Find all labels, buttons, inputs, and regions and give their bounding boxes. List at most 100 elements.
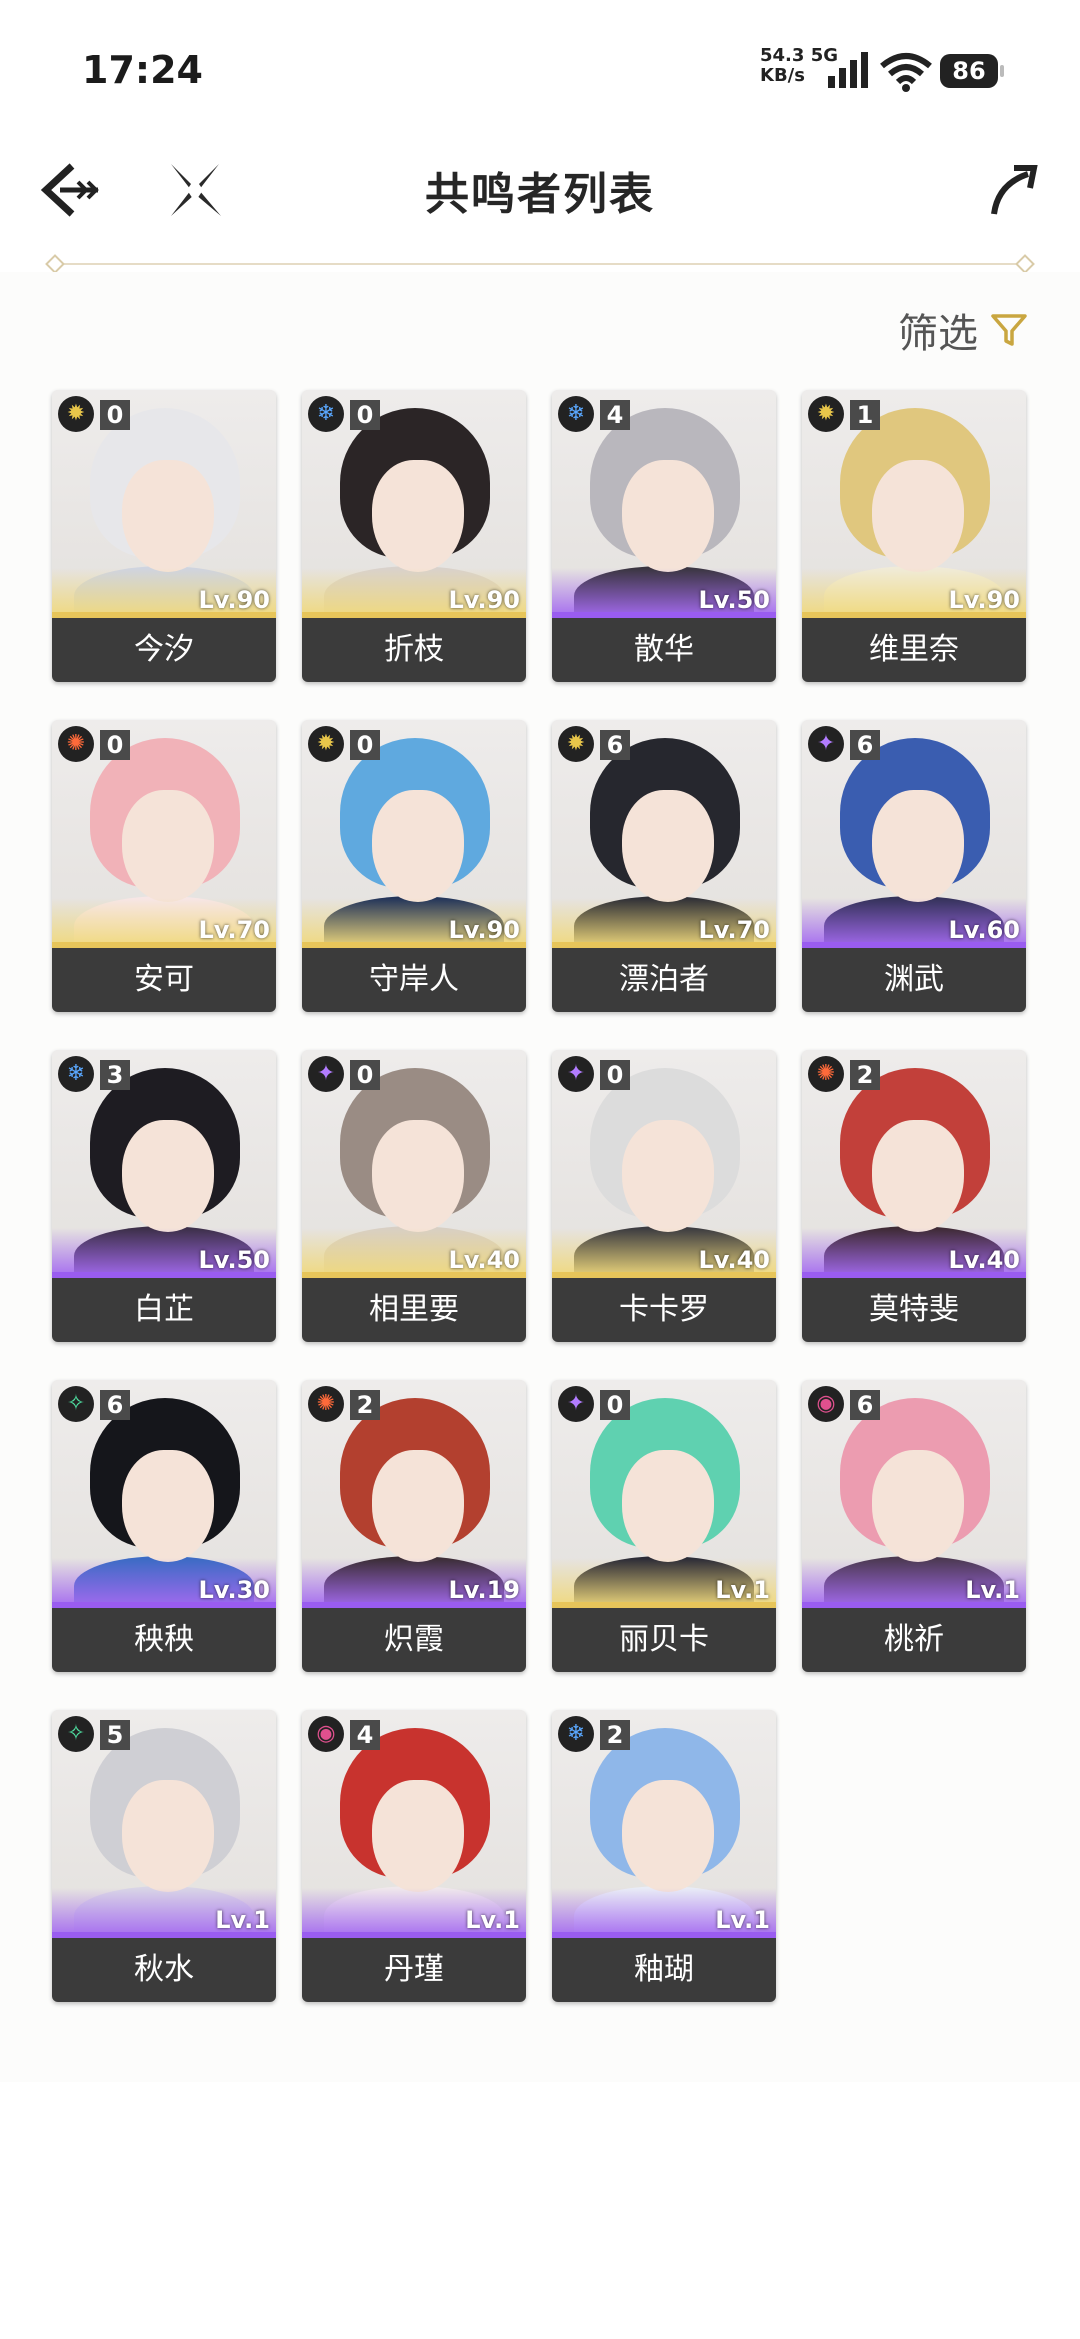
character-card[interactable]: ✹ 0 Lv.90 今汐 — [52, 390, 276, 682]
filter-button[interactable]: 筛选 — [898, 305, 1028, 357]
portrait-face — [372, 1450, 464, 1562]
portrait-face — [872, 1450, 964, 1562]
constellation-badge: 2 — [350, 1390, 380, 1420]
level-label: Lv.1 — [215, 1906, 270, 1934]
portrait-face — [622, 1120, 714, 1232]
level-label: Lv.40 — [448, 1246, 521, 1274]
portrait-face — [122, 1120, 214, 1232]
character-card[interactable]: ✦ 6 Lv.60 渊武 — [802, 720, 1026, 1012]
character-name: 白芷 — [52, 1278, 276, 1342]
electro-element-icon: ✦ — [308, 1056, 344, 1092]
portrait-face — [622, 790, 714, 902]
level-label: Lv.19 — [448, 1576, 521, 1604]
level-label: Lv.40 — [698, 1246, 771, 1274]
portrait-face — [372, 1120, 464, 1232]
status-time: 17:24 — [82, 48, 203, 92]
level-label: Lv.60 — [948, 916, 1021, 944]
aero-element-icon: ✧ — [58, 1716, 94, 1752]
glacio-element-icon: ❄ — [308, 396, 344, 432]
cellular-signal-icon — [828, 52, 868, 88]
portrait-face — [872, 460, 964, 572]
character-card[interactable]: ✧ 6 Lv.30 秧秧 — [52, 1380, 276, 1672]
havoc-element-icon: ◉ — [808, 1386, 844, 1422]
level-label: Lv.50 — [198, 1246, 271, 1274]
level-label: Lv.1 — [715, 1576, 770, 1604]
portrait-face — [122, 1780, 214, 1892]
constellation-badge: 6 — [100, 1390, 130, 1420]
character-name: 卡卡罗 — [552, 1278, 776, 1342]
character-name: 漂泊者 — [552, 948, 776, 1012]
fusion-element-icon: ✺ — [808, 1056, 844, 1092]
level-label: Lv.1 — [465, 1906, 520, 1934]
glacio-element-icon: ❄ — [58, 1056, 94, 1092]
glacio-element-icon: ❄ — [558, 396, 594, 432]
aero-element-icon: ✧ — [58, 1386, 94, 1422]
portrait-face — [622, 460, 714, 572]
electro-element-icon: ✦ — [558, 1386, 594, 1422]
filter-label: 筛选 — [898, 311, 978, 357]
glacio-element-icon: ❄ — [558, 1716, 594, 1752]
constellation-badge: 6 — [850, 730, 880, 760]
portrait-face — [622, 1780, 714, 1892]
character-name: 安可 — [52, 948, 276, 1012]
character-card[interactable]: ❄ 3 Lv.50 白芷 — [52, 1050, 276, 1342]
character-card[interactable]: ✺ 0 Lv.70 安可 — [52, 720, 276, 1012]
fusion-element-icon: ✺ — [308, 1386, 344, 1422]
character-card[interactable]: ❄ 4 Lv.50 散华 — [552, 390, 776, 682]
character-name: 折枝 — [302, 618, 526, 682]
character-name: 丹瑾 — [302, 1938, 526, 2002]
character-card[interactable]: ✺ 2 Lv.19 炽霞 — [302, 1380, 526, 1672]
constellation-badge: 0 — [350, 400, 380, 430]
portrait-face — [372, 460, 464, 572]
character-card[interactable]: ✹ 6 Lv.70 漂泊者 — [552, 720, 776, 1012]
havoc-element-icon: ◉ — [308, 1716, 344, 1752]
level-label: Lv.90 — [948, 586, 1021, 614]
constellation-badge: 6 — [600, 730, 630, 760]
level-label: Lv.1 — [715, 1906, 770, 1934]
character-card[interactable]: ✦ 0 Lv.40 卡卡罗 — [552, 1050, 776, 1342]
character-name: 釉瑚 — [552, 1938, 776, 2002]
character-card[interactable]: ❄ 0 Lv.90 折枝 — [302, 390, 526, 682]
character-card[interactable]: ◉ 6 Lv.1 桃祈 — [802, 1380, 1026, 1672]
electro-element-icon: ✦ — [558, 1056, 594, 1092]
character-name: 守岸人 — [302, 948, 526, 1012]
level-label: Lv.90 — [198, 586, 271, 614]
constellation-badge: 0 — [100, 400, 130, 430]
status-bar: 17:24 54.3 5G KB/s 86 — [0, 0, 1080, 140]
character-name: 相里要 — [302, 1278, 526, 1342]
header-divider — [54, 263, 1026, 265]
level-label: Lv.50 — [698, 586, 771, 614]
portrait-face — [622, 1450, 714, 1562]
character-card[interactable]: ◉ 4 Lv.1 丹瑾 — [302, 1710, 526, 2002]
character-card[interactable]: ❄ 2 Lv.1 釉瑚 — [552, 1710, 776, 2002]
level-label: Lv.70 — [198, 916, 271, 944]
character-card[interactable]: ✦ 0 Lv.40 相里要 — [302, 1050, 526, 1342]
constellation-badge: 0 — [600, 1390, 630, 1420]
share-arrow-icon[interactable] — [988, 162, 1040, 218]
constellation-badge: 5 — [100, 1720, 130, 1750]
character-name: 秋水 — [52, 1938, 276, 2002]
character-card[interactable]: ✦ 0 Lv.1 丽贝卡 — [552, 1380, 776, 1672]
spectro-element-icon: ✹ — [808, 396, 844, 432]
filter-funnel-icon — [991, 314, 1027, 346]
constellation-badge: 2 — [850, 1060, 880, 1090]
character-name: 秧秧 — [52, 1608, 276, 1672]
character-name: 桃祈 — [802, 1608, 1026, 1672]
electro-element-icon: ✦ — [808, 726, 844, 762]
constellation-badge: 2 — [600, 1720, 630, 1750]
level-label: Lv.1 — [965, 1576, 1020, 1604]
character-name: 渊武 — [802, 948, 1026, 1012]
portrait-face — [122, 1450, 214, 1562]
level-label: Lv.90 — [448, 916, 521, 944]
network-speed-value: 54.3 — [760, 45, 805, 66]
character-card[interactable]: ✺ 2 Lv.40 莫特斐 — [802, 1050, 1026, 1342]
spectro-element-icon: ✹ — [58, 396, 94, 432]
character-card[interactable]: ✧ 5 Lv.1 秋水 — [52, 1710, 276, 2002]
portrait-face — [872, 790, 964, 902]
constellation-badge: 1 — [850, 400, 880, 430]
character-card[interactable]: ✹ 1 Lv.90 维里奈 — [802, 390, 1026, 682]
character-card[interactable]: ✹ 0 Lv.90 守岸人 — [302, 720, 526, 1012]
portrait-face — [372, 1780, 464, 1892]
constellation-badge: 0 — [100, 730, 130, 760]
constellation-badge: 0 — [350, 1060, 380, 1090]
